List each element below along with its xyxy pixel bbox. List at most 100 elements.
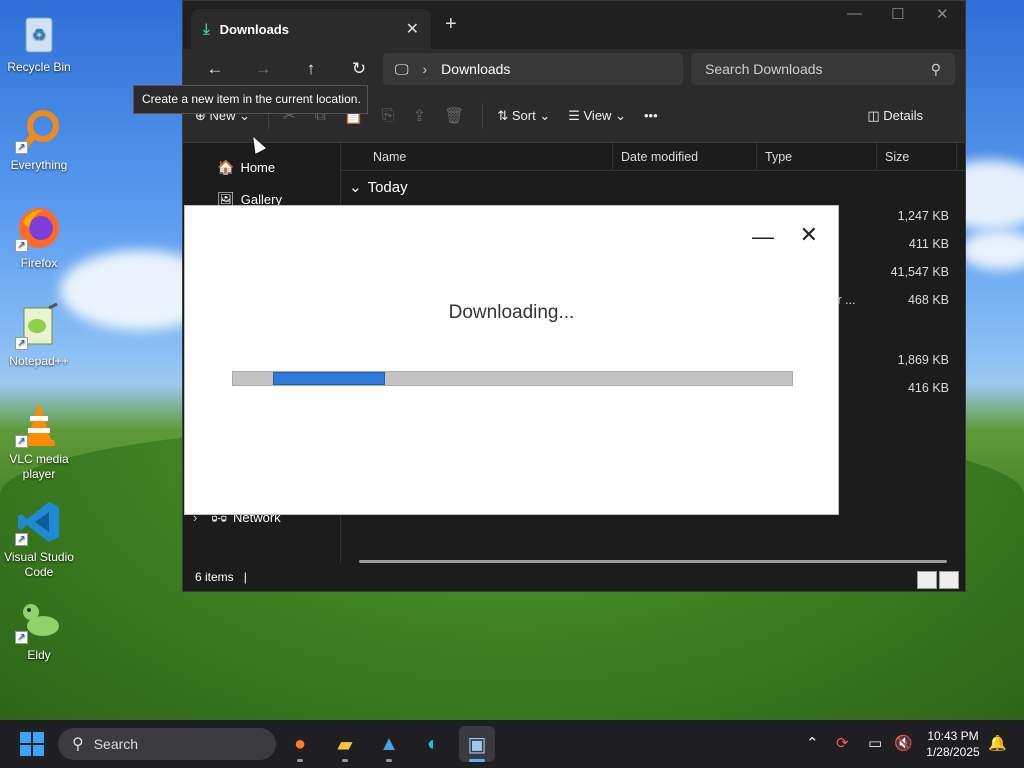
tooltip: Create a new item in the current locatio… [133,85,368,114]
taskbar-file-explorer[interactable]: ▰ [327,726,363,762]
vscode-icon: ↗ [15,498,63,546]
taskbar-search[interactable]: ⚲ Search [58,728,276,760]
photos-icon: ▲ [379,732,399,755]
file-size: 468 KB [907,293,949,307]
search-icon: ⚲ [72,736,84,753]
details-button[interactable]: ◫ Details [867,108,923,124]
column-header-date-modified[interactable]: Date modified [613,142,757,171]
desktop-icon-label: Firefox [20,256,58,270]
sidebar-item-home[interactable]: 🏠 Home [183,151,340,183]
file-size: 41,547 KB [890,265,949,279]
clock-date: 1/28/2025 [926,745,980,759]
folder-icon: ▰ [337,733,353,756]
notifications-icon[interactable]: 🔔 [988,734,1007,752]
up-button[interactable]: ↑ [287,59,335,79]
windows-logo-icon [20,732,31,743]
clock[interactable]: 10:43 PM 1/28/2025 [918,728,988,760]
status-divider: | [243,570,247,584]
address-bar[interactable]: 🖵 › Downloads [383,53,683,85]
tab-downloads[interactable]: ⤓ Downloads ✕ [191,9,431,49]
refresh-button[interactable]: ↻ [335,59,383,79]
close-tab-icon[interactable]: ✕ [406,19,419,39]
sync-icon[interactable]: ⟳ [836,734,849,752]
sort-button[interactable]: ⇅ Sort ⌄ [497,108,550,124]
navigation-bar: ← → ↑ ↻ 🖵 › Downloads Search Downloads ⚲ [183,49,965,89]
view-button[interactable]: ☰ View ⌄ [568,108,626,124]
firefox-icon: ↗ [15,204,63,252]
status-bar: 6 items | [183,563,965,591]
file-size: 1,869 KB [897,353,949,367]
volume-muted-icon[interactable]: 🔇 [894,734,913,752]
desktop-icon-eldy[interactable]: ↗ Eldy [0,596,78,663]
close-window-button[interactable]: ✕ [936,5,949,23]
desktop-icon-vlc[interactable]: ↗ VLC media player [0,400,78,482]
chevron-right-icon: › [422,61,428,77]
maximize-window-button[interactable]: ☐ [891,5,904,23]
minimize-window-button[interactable]: — [847,5,862,22]
group-header-today[interactable]: ⌄ Today [341,171,965,203]
details-label: Details [883,108,923,123]
details-view-icon[interactable] [917,571,937,589]
desktop-icon-label: Recycle Bin [7,60,71,74]
desktop-icon-label: Everything [10,158,68,172]
desktop-icon-firefox[interactable]: ↗ Firefox [0,204,78,271]
recycle-bin-icon: ♻ [15,8,63,56]
divider [482,102,484,129]
computer-icon: 🖵 [395,60,409,77]
layout-toggle [917,571,959,589]
file-size: 1,247 KB [897,209,949,223]
svg-text:♻: ♻ [32,27,46,44]
taskbar-photos[interactable]: ▲ [371,726,407,762]
tiles-view-icon[interactable] [939,571,959,589]
desktop-icon-vscode[interactable]: ↗ Visual Studio Code [0,498,78,580]
vlc-icon: ↗ [15,400,63,448]
firefox-icon: ● [293,732,307,755]
rename-icon[interactable]: ⎘ [382,107,395,125]
installer-icon: ▣ [467,733,487,756]
desktop-icon-label: Notepad++ [9,354,69,368]
new-tab-button[interactable]: + [445,13,457,36]
share-icon[interactable]: ⇪ [413,106,426,126]
item-count: 6 items [195,570,234,584]
cloud [960,230,1024,270]
column-header-type[interactable]: Type [757,142,877,171]
chevron-down-icon: ⌄ [349,179,362,196]
dialog-close-button[interactable]: ✕ [800,222,818,248]
download-icon: ⤓ [203,20,210,38]
delete-icon[interactable]: 🗑 [444,106,464,126]
file-size: 416 KB [907,381,949,395]
dialog-minimize-button[interactable]: — [752,224,774,250]
edge-icon: ◐ [426,732,440,755]
desktop-icon-recycle-bin[interactable]: ♻ Recycle Bin [0,8,78,75]
taskbar-edge[interactable]: ◐ [415,726,451,762]
taskbar-firefox[interactable]: ● [282,726,318,762]
everything-search-icon: ↗ [15,106,63,154]
file-size: 411 KB [908,237,949,251]
home-icon: 🏠 [217,158,235,175]
column-header-name[interactable]: Name [341,142,613,171]
display-icon[interactable]: ▭ [868,734,882,752]
chevron-up-icon[interactable]: ⌃ [806,734,819,752]
sort-label: Sort [511,108,536,123]
taskbar: ⚲ Search ● ▰ ▲ ◐ ▣ ⌃ ⟳ ▭ 🔇 10:43 PM 1/28… [0,720,1024,768]
eldy-icon: ↗ [15,596,63,644]
search-input[interactable]: Search Downloads ⚲ [691,53,955,85]
taskbar-search-label: Search [93,736,139,752]
start-button[interactable] [20,732,44,756]
desktop-icon-label: Eldy [27,648,51,662]
progress-bar [232,371,793,386]
search-placeholder: Search Downloads [705,61,823,77]
taskbar-installer[interactable]: ▣ [459,726,495,762]
tab-title: Downloads [219,21,289,37]
more-options-button[interactable]: ••• [644,108,658,123]
desktop-icon-label: Visual Studio Code [4,550,74,579]
download-dialog: — ✕ Downloading... [184,205,839,515]
desktop-icon-notepadpp[interactable]: ↗ Notepad++ [0,302,78,369]
column-header-size[interactable]: Size [877,142,957,171]
desktop-icon-everything[interactable]: ↗ Everything [0,106,78,173]
view-label: View [583,108,612,123]
forward-button[interactable]: → [239,59,287,79]
group-label: Today [367,178,408,196]
clock-time: 10:43 PM [927,729,979,743]
back-button[interactable]: ← [191,59,239,79]
